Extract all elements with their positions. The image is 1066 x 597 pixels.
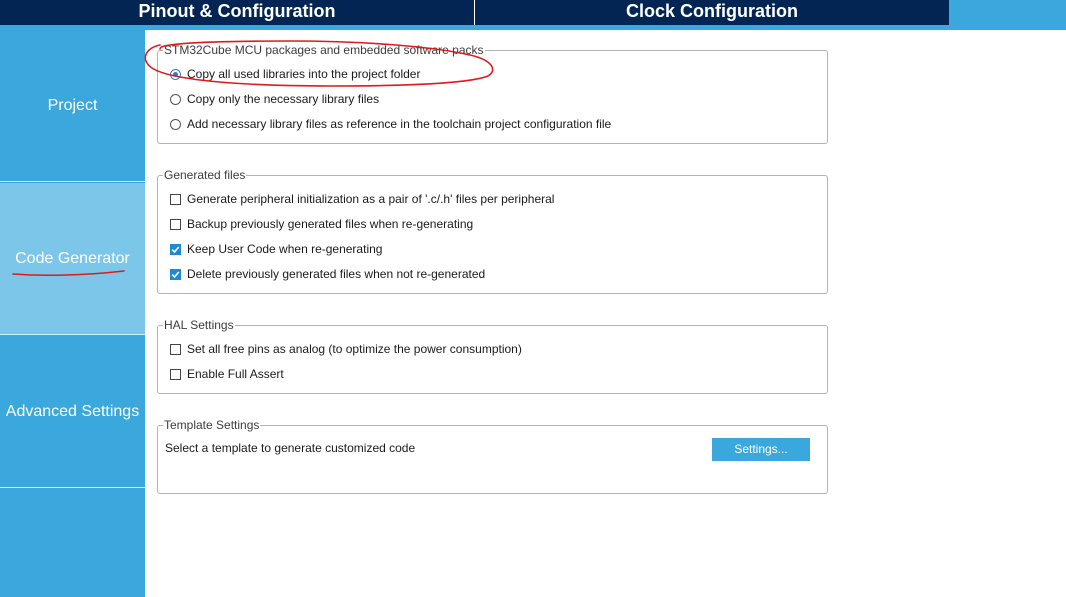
checkbox-label: Delete previously generated files when n… [187, 267, 486, 281]
checkbox-backup-generated-files[interactable]: Backup previously generated files when r… [170, 216, 473, 232]
tab-label: Clock Configuration [626, 1, 798, 21]
generated-files-group: Generated files Generate peripheral init… [157, 168, 828, 294]
sidebar-item-code-generator[interactable]: Code Generator [0, 183, 145, 335]
radio-icon[interactable] [170, 118, 181, 130]
radio-label: Copy all used libraries into the project… [187, 67, 421, 81]
tab-label: Pinout & Configuration [138, 1, 336, 21]
checkbox-label: Keep User Code when re-generating [187, 242, 383, 256]
checkbox-icon[interactable] [170, 343, 181, 355]
checkbox-label: Backup previously generated files when r… [187, 217, 474, 231]
checkbox-delete-old-files[interactable]: Delete previously generated files when n… [170, 266, 485, 282]
checkbox-keep-user-code[interactable]: Keep User Code when re-generating [170, 241, 382, 257]
hal-settings-group-title: HAL Settings [163, 318, 235, 332]
top-divider [0, 25, 1066, 30]
tab-clock-configuration[interactable]: Clock Configuration [475, 0, 949, 25]
radio-add-as-reference[interactable]: Add necessary library files as reference… [170, 116, 611, 132]
checkbox-icon[interactable] [170, 218, 181, 230]
sidebar-item-project[interactable]: Project [0, 30, 145, 182]
checkbox-peripheral-pair-files[interactable]: Generate peripheral initialization as a … [170, 191, 554, 207]
sidebar-item-label: Project [47, 96, 98, 114]
checkbox-icon[interactable] [170, 193, 181, 205]
radio-copy-necessary-files[interactable]: Copy only the necessary library files [170, 91, 379, 107]
hal-settings-group: HAL Settings Set all free pins as analog… [157, 318, 828, 394]
top-tab-bar: Pinout & Configuration Clock Configurati… [0, 0, 1066, 25]
settings-button[interactable]: Settings... [712, 438, 810, 461]
checkbox-label: Enable Full Assert [187, 367, 284, 381]
radio-selected-icon[interactable] [170, 68, 181, 80]
sidebar-item-advanced-settings[interactable]: Advanced Settings [0, 336, 145, 488]
radio-copy-all-libraries[interactable]: Copy all used libraries into the project… [170, 66, 420, 82]
checkbox-label: Set all free pins as analog (to optimize… [187, 342, 522, 356]
checkbox-label: Generate peripheral initialization as a … [187, 192, 555, 206]
template-settings-group-title: Template Settings [163, 418, 261, 432]
sidebar: Project Code Generator Advanced Settings [0, 30, 145, 597]
generated-files-group-title: Generated files [163, 168, 247, 182]
packages-group-title: STM32Cube MCU packages and embedded soft… [163, 43, 485, 57]
checkbox-free-pins-analog[interactable]: Set all free pins as analog (to optimize… [170, 341, 522, 357]
sidebar-item-label: Advanced Settings [5, 402, 140, 420]
radio-icon[interactable] [170, 93, 181, 105]
template-description: Select a template to generate customized… [165, 441, 416, 455]
radio-label: Add necessary library files as reference… [187, 117, 612, 131]
packages-group: STM32Cube MCU packages and embedded soft… [157, 43, 828, 144]
sidebar-item-label: Code Generator [15, 249, 130, 267]
radio-label: Copy only the necessary library files [187, 92, 380, 106]
checkbox-checked-icon[interactable] [170, 268, 181, 280]
checkbox-full-assert[interactable]: Enable Full Assert [170, 366, 284, 382]
tab-pinout-configuration[interactable]: Pinout & Configuration [0, 0, 474, 25]
checkbox-checked-icon[interactable] [170, 243, 181, 255]
template-settings-group: Template Settings Select a template to g… [157, 418, 828, 494]
checkbox-icon[interactable] [170, 368, 181, 380]
